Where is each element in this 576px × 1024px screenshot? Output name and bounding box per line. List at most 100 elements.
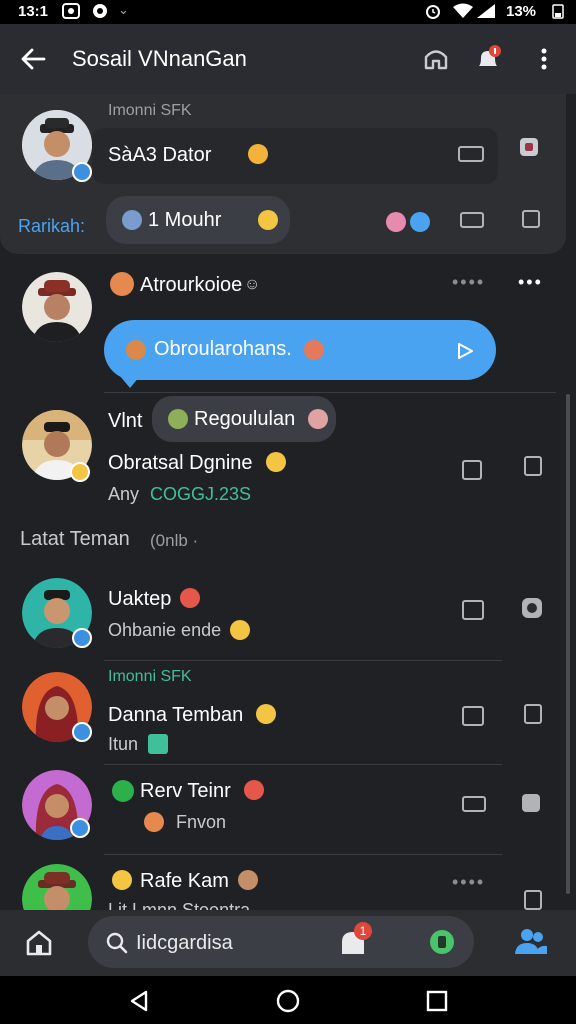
emoji-icon: ☺ [244, 276, 261, 293]
search-icon [106, 932, 128, 954]
contacts-tab-button[interactable] [514, 926, 548, 961]
reaction-icon[interactable] [386, 212, 406, 232]
search-placeholder: Iidcgardisa [136, 932, 233, 954]
verified-badge-icon [72, 722, 92, 742]
divider [104, 660, 502, 661]
search-bar[interactable]: Iidcgardisa 1 [88, 916, 474, 968]
reaction-icon[interactable] [410, 212, 430, 232]
verified-badge-icon [72, 162, 92, 182]
online-status-icon[interactable] [430, 930, 454, 954]
emoji-icon [168, 409, 188, 429]
avatar [22, 864, 92, 910]
emoji-icon [122, 210, 142, 230]
chip-label: Regoululan [194, 408, 296, 430]
chat-bubble-icon[interactable] [522, 598, 542, 618]
avatar [22, 272, 92, 342]
chat-list: Imonni SFK SàA3 Dator Rarikah: 1 Mouhr A… [0, 94, 576, 910]
friend-name: Rerv Teinr [140, 780, 231, 802]
friend-name: Rafe Kam [140, 870, 229, 892]
home-tab-button[interactable] [24, 928, 54, 963]
check-circle-icon [112, 780, 134, 802]
more-icon[interactable]: ••• [518, 272, 543, 293]
pinned-chip[interactable]: 1 Mouhr [106, 196, 290, 244]
square-icon[interactable] [522, 210, 540, 228]
more-options-button[interactable] [528, 43, 560, 75]
emoji-icon [266, 452, 286, 472]
emoji-icon [308, 409, 328, 429]
square-icon[interactable] [524, 704, 542, 724]
nav-back-button[interactable] [128, 990, 150, 1017]
emoji-icon [180, 588, 200, 608]
home-button[interactable] [420, 43, 452, 75]
status-chip[interactable]: Regoululan [152, 396, 336, 442]
divider [104, 392, 556, 393]
nav-home-button[interactable] [276, 989, 300, 1018]
bubble-tail [120, 376, 140, 388]
bubble-text: Obroularohans. [154, 338, 292, 360]
scrollbar[interactable] [566, 394, 570, 894]
section-title: Latat Teman [20, 528, 130, 550]
verified-badge-icon [72, 628, 92, 648]
card-icon[interactable] [458, 146, 484, 162]
back-button[interactable] [17, 43, 49, 75]
people-icon [515, 929, 547, 954]
chat-item-1[interactable]: Atrourkoioe ☺ •••• ••• Obroularohans. [0, 264, 576, 390]
arrow-left-icon [21, 48, 46, 70]
divider [104, 854, 502, 855]
friend-name: Danna Temban [108, 704, 244, 726]
square-icon[interactable] [524, 890, 542, 910]
pinned-message-box[interactable]: SàA3 Dator [92, 128, 498, 184]
friend-item-1[interactable]: Uaktep Ohbanie ende [0, 570, 576, 658]
notifications-button[interactable] [472, 43, 504, 75]
emoji-icon [304, 340, 324, 360]
chat-name: Atrourkoioe [140, 274, 243, 296]
friend-meta: Imonni SFK [108, 668, 192, 685]
friend-sub: Fnvon [176, 812, 227, 832]
home-icon [26, 930, 52, 956]
emoji-icon [144, 812, 164, 832]
page-title: Sosail VNnanGan [72, 46, 247, 71]
more-vert-icon [541, 48, 547, 70]
smile-emoji-icon [258, 210, 278, 230]
chat-prefix: Vlnt [108, 410, 143, 432]
square-filled-icon[interactable] [522, 794, 540, 812]
stop-icon[interactable] [520, 138, 538, 156]
friend-name: Uaktep [108, 588, 172, 610]
emoji-icon [110, 272, 134, 296]
ghost-button[interactable]: 1 [338, 922, 372, 963]
emoji-icon [256, 704, 276, 724]
send-icon[interactable] [456, 342, 474, 360]
card-icon[interactable] [462, 796, 486, 812]
wifi-icon [453, 3, 473, 18]
square-icon[interactable] [462, 600, 484, 620]
emoji-icon [238, 870, 258, 890]
pinned-meta: Imonni SFK [108, 102, 192, 119]
pinned-card[interactable]: Imonni SFK SàA3 Dator Rarikah: 1 Mouhr [0, 94, 566, 254]
friend-item-2[interactable]: Imonni SFK Danna Temban Itun [0, 662, 576, 762]
chevron-down-icon: ⌄ [118, 2, 129, 17]
alarm-icon [426, 5, 440, 19]
battery-percent: 13% [506, 3, 537, 20]
square-icon[interactable] [524, 456, 542, 476]
card-icon[interactable] [460, 212, 484, 228]
chip-label: 1 Mouhr [148, 209, 222, 231]
square-icon[interactable] [462, 460, 482, 480]
friend-item-3[interactable]: Rerv Teinr Fnvon [0, 766, 576, 852]
pinned-label: Rarikah: [18, 216, 86, 236]
emoji-icon [230, 620, 250, 640]
bottom-bar: Iidcgardisa 1 [0, 910, 576, 976]
message-bubble[interactable]: Obroularohans. [104, 320, 496, 380]
friend-sub: Lit Lmnn Stoontra [108, 900, 251, 910]
square-icon[interactable] [462, 706, 484, 726]
chat-title: Obratsal Dgnine [108, 452, 253, 474]
chat-item-2[interactable]: Vlnt Regoululan Obratsal Dgnine Any COGG… [0, 394, 576, 512]
emoji-icon [148, 734, 168, 754]
divider [104, 764, 502, 765]
pinned-message: SàA3 Dator [108, 144, 212, 166]
notification-badge: 1 [354, 922, 372, 940]
status-time: 13:1 [18, 3, 49, 20]
nav-recents-icon [426, 990, 448, 1012]
typing-dots: •••• [452, 272, 486, 292]
nav-recents-button[interactable] [426, 990, 448, 1017]
friend-item-4[interactable]: Rafe Kam Lit Lmnn Stoontra •••• [0, 856, 576, 910]
